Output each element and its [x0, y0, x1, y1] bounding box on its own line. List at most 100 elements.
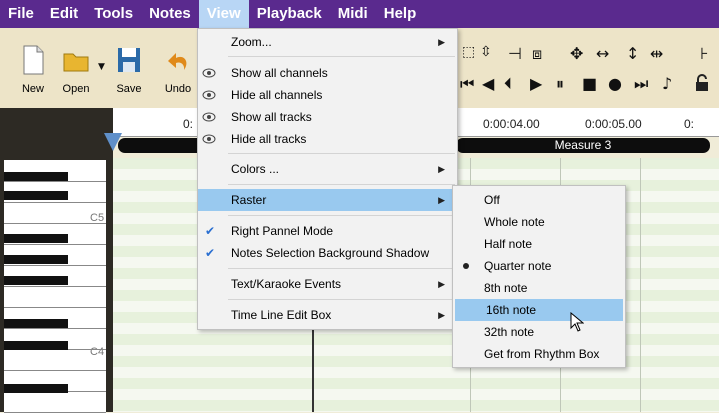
new-file-icon — [23, 45, 44, 75]
black-key[interactable] — [4, 319, 68, 328]
play-icon[interactable]: ▶ — [530, 74, 542, 93]
menu-help[interactable]: Help — [376, 0, 425, 28]
undo-label: Undo — [164, 83, 192, 95]
menu-item-hide-all-tracks[interactable]: Hide all tracks — [198, 128, 457, 150]
raster-item-8th-note[interactable]: 8th note — [453, 277, 625, 299]
menu-view[interactable]: View — [198, 0, 249, 28]
horizontal-move-icon[interactable]: ↔ — [596, 44, 609, 63]
beat-line — [640, 158, 641, 412]
metronome-icon[interactable]: ♪ — [662, 74, 672, 93]
time-label: 0:00:04.00 — [483, 117, 540, 131]
pause-icon[interactable]: ⏸ — [556, 74, 564, 94]
menu-item-hide-all-channels[interactable]: Hide all channels — [198, 84, 457, 106]
black-key[interactable] — [4, 172, 68, 181]
tracks-icon — [202, 134, 216, 144]
menu-separator — [228, 268, 455, 269]
black-key[interactable] — [4, 384, 68, 393]
floppy-disk-icon — [118, 48, 140, 72]
menu-separator — [228, 215, 455, 216]
tracks-icon — [202, 112, 216, 122]
new-label: New — [21, 83, 44, 95]
save-label: Save — [116, 83, 142, 95]
submenu-arrow-icon: ▶ — [438, 310, 445, 320]
menu-item-show-all-channels[interactable]: Show all channels — [198, 62, 457, 84]
submenu-arrow-icon: ▶ — [438, 37, 445, 47]
menu-separator — [228, 153, 455, 154]
new-button[interactable]: New — [13, 38, 53, 95]
raster-item-quarter-note[interactable]: Quarter note — [453, 255, 625, 277]
dropdown-arrow-icon[interactable]: ▼ — [98, 62, 105, 72]
undo-button[interactable]: Undo — [158, 38, 198, 95]
menu-notes[interactable]: Notes — [141, 0, 199, 28]
selection-icon[interactable]: ⬚ — [462, 44, 475, 60]
open-button[interactable]: Open — [56, 38, 96, 95]
raster-item-32th-note[interactable]: 32th note — [453, 321, 625, 343]
menu-item-text-karaoke-events[interactable]: Text/Karaoke Events ▶ — [198, 273, 457, 295]
channels-icon — [202, 90, 216, 100]
white-key[interactable] — [4, 286, 106, 308]
black-key[interactable] — [4, 341, 68, 350]
open-label: Open — [62, 83, 90, 95]
time-label: 0:00:05.00 — [585, 117, 642, 131]
merge-icon[interactable]: ⧈ — [532, 44, 542, 64]
white-key[interactable] — [4, 391, 106, 413]
measure-3-bar[interactable]: Measure 3 — [456, 138, 710, 153]
checkmark-icon: ✔ — [205, 246, 216, 260]
folder-icon — [63, 53, 89, 72]
submenu-arrow-icon: ▶ — [438, 195, 445, 205]
channels-icon — [202, 68, 216, 78]
menu-bar: File Edit Tools Notes View Playback Midi… — [0, 0, 719, 28]
move-all-icon[interactable]: ✥ — [570, 44, 583, 63]
black-key[interactable] — [4, 234, 68, 243]
raster-item-get-from-rhythm-box[interactable]: Get from Rhythm Box — [453, 343, 625, 365]
squeeze-icon[interactable]: ⇹ — [650, 44, 663, 63]
view-menu: Zoom... ▶ Show all channels Hide all chan… — [197, 28, 458, 330]
rewind-icon[interactable]: ⏮ — [460, 74, 474, 94]
vertical-move-icon[interactable]: ↕ — [626, 44, 639, 63]
measure-label: Measure 3 — [554, 138, 612, 152]
record-icon[interactable]: ● — [608, 74, 622, 93]
black-key[interactable] — [4, 255, 68, 264]
black-key[interactable] — [4, 276, 68, 285]
menu-separator — [228, 184, 455, 185]
menu-midi[interactable]: Midi — [330, 0, 376, 28]
submenu-arrow-icon: ▶ — [438, 279, 445, 289]
time-label: 0: — [183, 117, 194, 131]
save-button[interactable]: Save — [109, 38, 149, 95]
previous-icon[interactable]: ◀ — [482, 74, 494, 93]
raster-item-16th-note[interactable]: 16th note — [455, 299, 623, 321]
raster-item-off[interactable]: Off — [453, 189, 625, 211]
menu-item-show-all-tracks[interactable]: Show all tracks — [198, 106, 457, 128]
menu-item-right-pannel-mode[interactable]: ✔ Right Pannel Mode — [198, 220, 457, 242]
menu-playback[interactable]: Playback — [249, 0, 330, 28]
white-key[interactable] — [4, 202, 106, 224]
menu-separator — [228, 56, 455, 57]
black-key[interactable] — [4, 191, 68, 200]
step-back-icon[interactable]: ⏴ — [504, 74, 512, 94]
stop-icon[interactable]: ■ — [582, 74, 597, 93]
piano-keyboard[interactable]: C5 C4 — [4, 160, 106, 413]
forward-icon[interactable]: ⏭ — [634, 74, 648, 94]
menu-item-notes-selection-shadow[interactable]: ✔ Notes Selection Background Shadow — [198, 242, 457, 264]
menu-item-zoom[interactable]: Zoom... ▶ — [198, 31, 457, 53]
split-icon[interactable]: ⊣ — [508, 44, 522, 63]
menu-tools[interactable]: Tools — [86, 0, 141, 28]
mouse-cursor-icon — [570, 312, 584, 332]
playhead-marker[interactable] — [104, 133, 122, 151]
white-key[interactable] — [4, 349, 106, 371]
move-note-icon[interactable]: ⇳ — [480, 44, 492, 60]
menu-item-raster[interactable]: Raster ▶ — [198, 189, 457, 211]
raster-item-half-note[interactable]: Half note — [453, 233, 625, 255]
time-label: 0: — [684, 117, 695, 131]
raster-item-whole-note[interactable]: Whole note — [453, 211, 625, 233]
submenu-arrow-icon: ▶ — [438, 164, 445, 174]
radio-selected-icon — [463, 263, 469, 269]
menu-file[interactable]: File — [0, 0, 42, 28]
menu-separator — [228, 299, 455, 300]
lock-icon[interactable] — [694, 74, 710, 92]
raster-submenu: Off Whole note Half note Quarter note 8t… — [452, 185, 626, 368]
menu-item-colors[interactable]: Colors ... ▶ — [198, 158, 457, 180]
menu-edit[interactable]: Edit — [42, 0, 86, 28]
menu-item-time-line-edit-box[interactable]: Time Line Edit Box ▶ — [198, 304, 457, 326]
bracket-icon[interactable]: ⊦ — [700, 44, 708, 63]
